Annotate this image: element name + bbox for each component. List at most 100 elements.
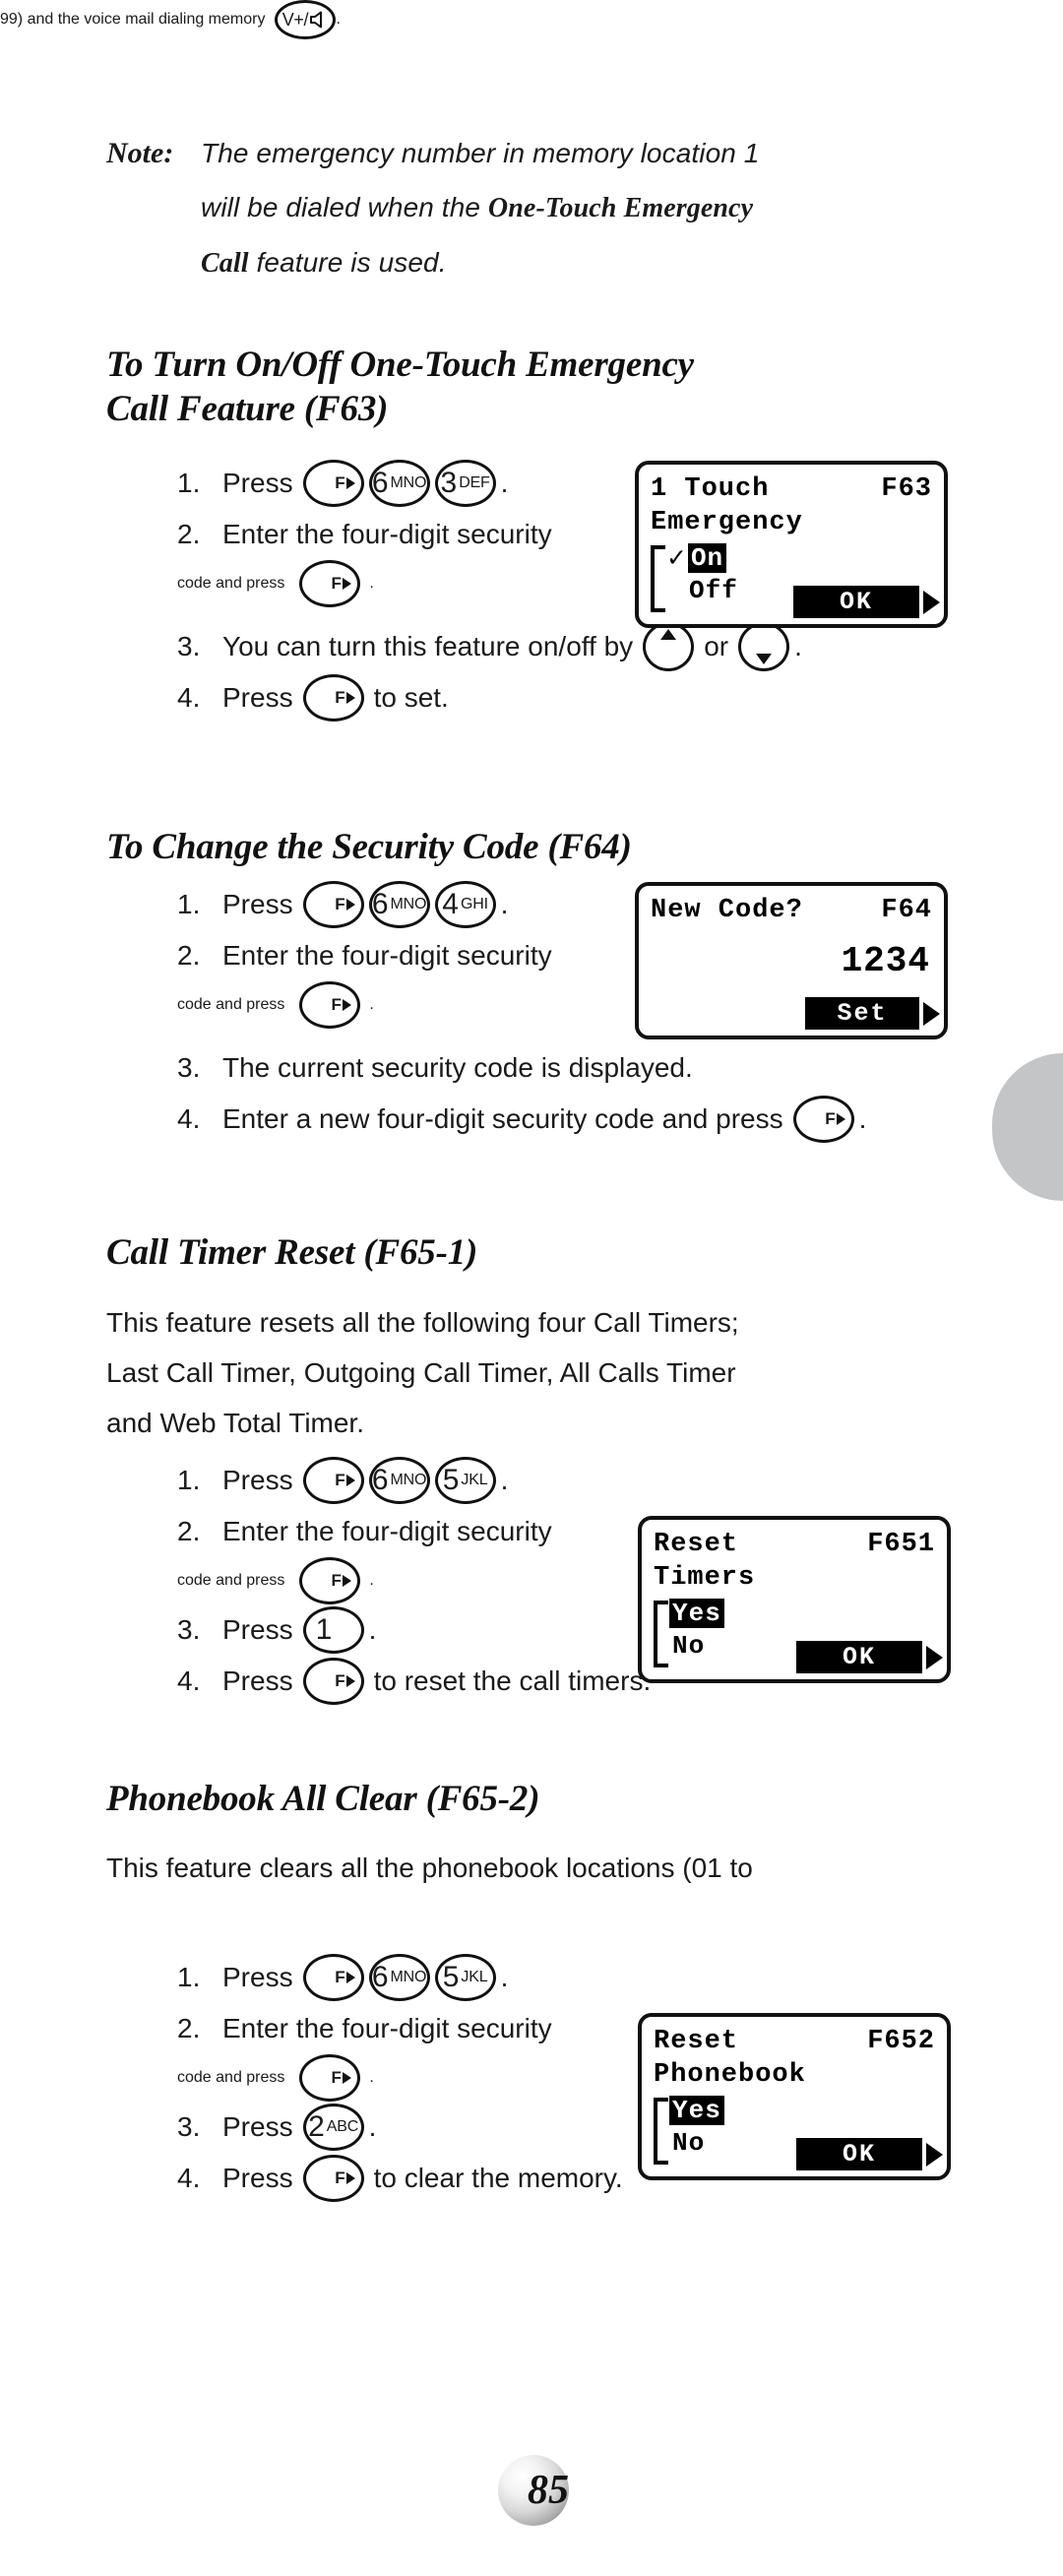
step-number: 3. [177, 1614, 201, 1645]
key-function[interactable]: F [302, 1954, 364, 2001]
note-block: Note: The emergency number in memory loc… [106, 126, 992, 290]
step-text: Enter a new four-digit security code and… [222, 1094, 866, 1145]
step-text: Press F 6 MNO 4 GHI . [222, 879, 508, 930]
key-function[interactable]: F [302, 674, 364, 722]
key-function[interactable]: F [298, 1557, 360, 1604]
key-4[interactable]: 4 GHI [434, 881, 496, 928]
lcd-feature-code: F651 [867, 1530, 935, 1559]
lcd-header: Reset F652 [654, 2027, 935, 2056]
lcd-title: Reset [654, 1530, 739, 1559]
key-function[interactable]: F [792, 1096, 854, 1143]
key-function[interactable]: F [298, 2054, 360, 2102]
lcd-title: New Code? [651, 896, 803, 925]
step-number: 3. [177, 1052, 201, 1083]
lcd-softkey-area: Set [805, 997, 940, 1030]
step-number: 2. [177, 2013, 201, 2043]
key-scroll-down[interactable] [738, 622, 790, 671]
step-text: Press F to reset the call timers. [222, 1656, 651, 1707]
key-function[interactable]: F [302, 2155, 364, 2202]
lcd-option-list: ✓ On Off [651, 541, 741, 612]
step-text: You can turn this feature on/off by or . [222, 621, 802, 672]
step-text: Press F to clear the memory. [222, 2153, 623, 2204]
key-3[interactable]: 3 DEF [434, 460, 496, 507]
step-number: 3. [177, 2111, 201, 2142]
key-5[interactable]: 5 JKL [434, 1457, 496, 1504]
step-f652-1: 1. Press F 6 MNO 5 JKL . [177, 1952, 623, 2003]
lcd-option-list: Yes No [654, 2094, 724, 2165]
lcd-option-selected-label: Yes [669, 1598, 724, 1628]
step-label: Enter the four-digit security [222, 519, 552, 549]
lcd-softkey-ok[interactable]: OK [793, 586, 919, 618]
option-bracket-icon [651, 545, 665, 612]
step-text: Press F 6 MNO 5 JKL . [222, 1455, 508, 1506]
note-line-3-text: feature is used. [248, 247, 447, 278]
key-function[interactable]: F [302, 1658, 364, 1705]
step-suffix: to set. [373, 682, 449, 713]
step-text: Press F 6 MNO 3 DEF . [222, 458, 508, 509]
note-body: The emergency number in memory location … [201, 126, 759, 290]
speaker-icon [310, 11, 323, 29]
step-label: Press [222, 2111, 293, 2142]
function-key-icon: F [331, 2068, 351, 2088]
lcd-option-list: Yes No [654, 1597, 724, 1667]
step-text: Press 2 ABC . [222, 2102, 376, 2153]
step-number: 4. [177, 1665, 201, 1696]
step-label: Press [222, 1962, 293, 1992]
key-function[interactable]: F [302, 1457, 364, 1504]
lcd-header: New Code? F64 [651, 896, 932, 925]
key-voicemail[interactable]: V+/ [275, 0, 337, 39]
step-punct: . [369, 575, 374, 593]
step-f63-3: 3. You can turn this feature on/off by o… [177, 621, 802, 672]
key-6[interactable]: 6 MNO [368, 1457, 430, 1504]
key-function[interactable]: F [298, 560, 360, 607]
step-label-cont: code and press [177, 1572, 285, 1590]
lcd-subtitle: Timers [654, 1563, 756, 1593]
lcd-softkey-ok[interactable]: OK [796, 1641, 922, 1673]
paragraph-f652-punct: . [336, 11, 341, 28]
step-label: Enter the four-digit security [222, 2013, 552, 2043]
lcd-security-code-value: 1234 [841, 941, 930, 981]
step-f652-3: 3. Press 2 ABC . [177, 2102, 623, 2153]
option-bracket-icon [654, 1601, 668, 1667]
key-scroll-up[interactable] [643, 622, 695, 671]
lcd-softkey-set[interactable]: Set [805, 997, 919, 1030]
step-f651-1: 1. Press F 6 MNO 5 JKL . [177, 1455, 651, 1506]
lcd-softkey-ok[interactable]: OK [796, 2138, 922, 2170]
key-6[interactable]: 6 MNO [368, 881, 430, 928]
step-suffix: to reset the call timers. [373, 1665, 652, 1696]
lcd-screen-f651: Reset F651 Timers Yes No OK [638, 1516, 951, 1683]
step-f652-4: 4. Press F to clear the memory. [177, 2153, 623, 2204]
key-function[interactable]: F [302, 881, 364, 928]
key-2[interactable]: 2 ABC [302, 2104, 364, 2151]
step-label: The current security code is displayed. [222, 1052, 693, 1083]
lcd-option-label: No [672, 2127, 706, 2158]
heading-f64: To Change the Security Code (F64) [106, 827, 632, 867]
step-text: Press F 6 MNO 5 JKL . [222, 1952, 508, 2003]
function-key-icon: F [331, 995, 351, 1015]
heading-f651: Call Timer Reset (F65-1) [106, 1232, 478, 1273]
step-text: Enter the four-digit security [222, 1506, 552, 1557]
step-punct: . [368, 1614, 377, 1645]
key-6[interactable]: 6 MNO [368, 1954, 430, 2001]
lcd-subtitle: Phonebook [654, 2060, 806, 2090]
key-5[interactable]: 5 JKL [434, 1954, 496, 2001]
step-text: Enter the four-digit security [222, 930, 552, 981]
key-function[interactable]: F [298, 981, 360, 1029]
lcd-screen-f652: Reset F652 Phonebook Yes No OK [638, 2013, 951, 2180]
step-conjunction: or [704, 631, 729, 661]
step-label: Press [222, 1465, 293, 1495]
step-label-cont: code and press [177, 2069, 285, 2087]
step-number: 4. [177, 2163, 201, 2193]
down-arrow-icon [756, 654, 773, 664]
lcd-softkey-area: OK [796, 2138, 943, 2170]
step-f651-4: 4. Press F to reset the call timers. [177, 1656, 651, 1707]
step-punct: . [500, 889, 509, 919]
step-punct: . [858, 1103, 867, 1134]
key-1[interactable]: 1 [302, 1606, 364, 1654]
step-label: Enter the four-digit security [222, 940, 552, 971]
lcd-title: Reset [654, 2027, 739, 2056]
step-punct: . [369, 2069, 374, 2087]
key-6[interactable]: 6 MNO [368, 460, 430, 507]
key-function[interactable]: F [302, 460, 364, 507]
option-bracket-icon [654, 2098, 668, 2165]
